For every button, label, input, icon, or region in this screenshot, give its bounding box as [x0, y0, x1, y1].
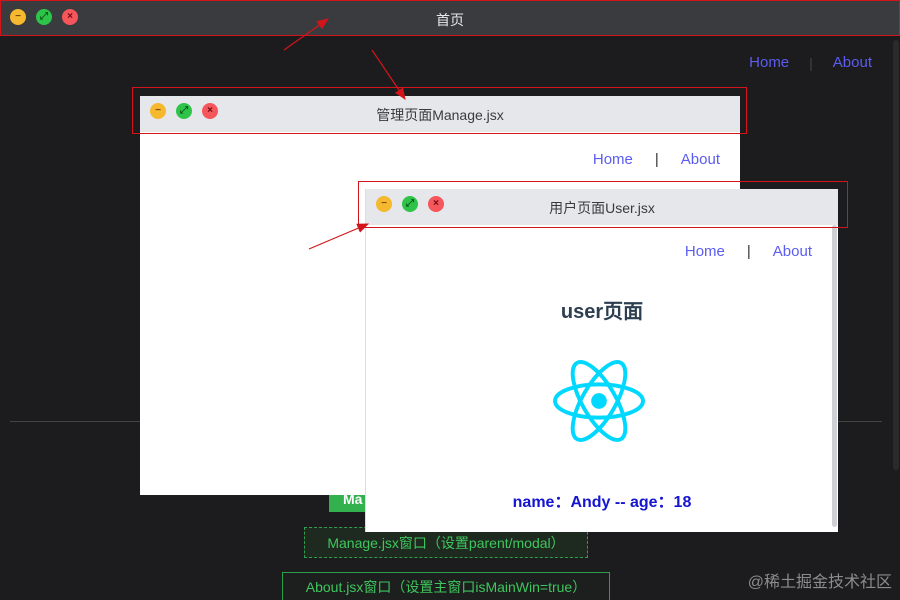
user-titlebar-highlight [358, 181, 848, 228]
manage-nav-about-link[interactable]: About [681, 151, 720, 168]
main-window-title: 首页 [436, 12, 464, 28]
main-scrollbar[interactable] [893, 40, 899, 470]
manage-nav: Home | About [593, 151, 720, 168]
user-page-heading: user页面 [560, 301, 644, 323]
react-logo-icon [553, 360, 645, 442]
user-nav-about-link[interactable]: About [773, 243, 812, 260]
manage-titlebar-highlight [132, 87, 747, 134]
manage-nav-separator: | [654, 151, 659, 168]
user-info-text: name：Andy -- age：18 [512, 494, 692, 511]
manage-nav-home-link[interactable]: Home [593, 151, 633, 168]
user-nav-home-link[interactable]: Home [685, 243, 725, 260]
nav-home-link[interactable]: Home [749, 54, 789, 71]
user-window: − ⤢ × 用户页面User.jsx Home | About user页面 n… [365, 189, 838, 532]
open-about-window-button[interactable]: About.jsx窗口（设置主窗口isMainWin=true） [282, 572, 610, 600]
main-window-titlebar: − ⤢ × 首页 [0, 0, 900, 36]
nav-separator: | [809, 54, 813, 71]
user-nav: Home | About [685, 243, 812, 260]
user-window-scrollbar[interactable] [832, 225, 837, 527]
watermark: @稀土掘金技术社区 [747, 574, 892, 591]
nav-about-link[interactable]: About [833, 54, 872, 71]
main-nav: Home | About [749, 54, 872, 71]
user-nav-separator: | [746, 243, 751, 260]
